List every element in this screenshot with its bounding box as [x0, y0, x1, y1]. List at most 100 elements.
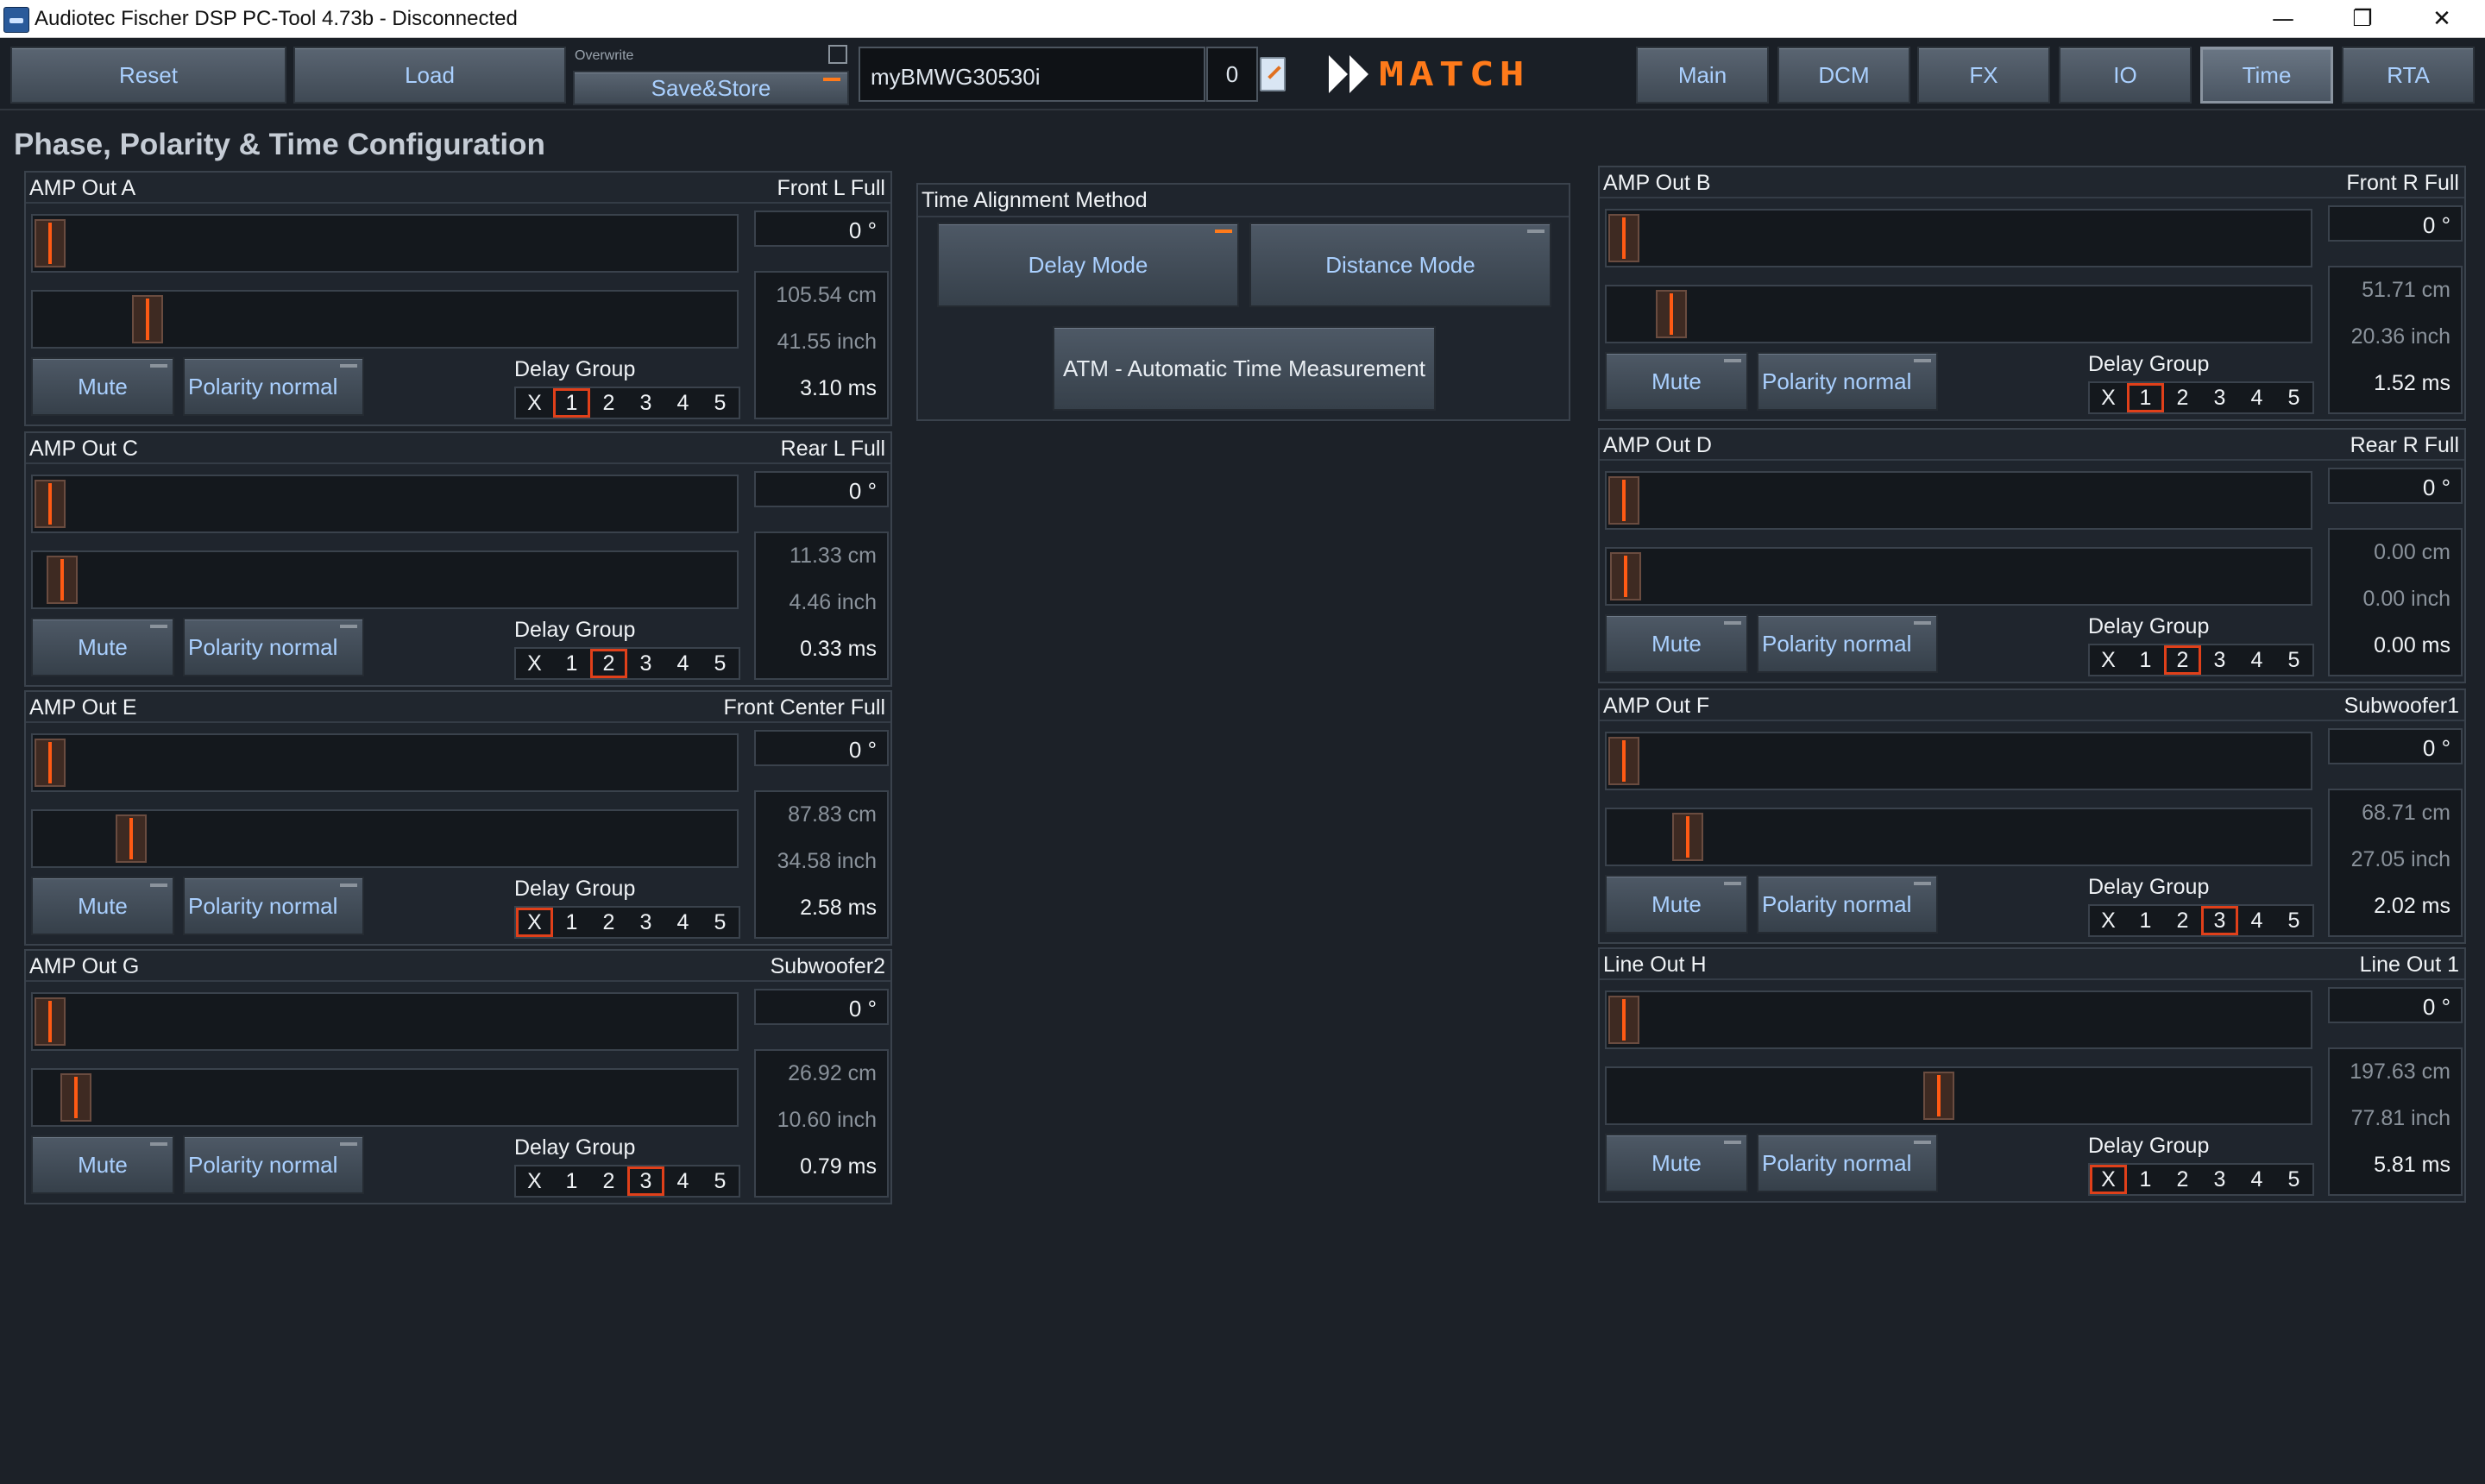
- delay-group-option[interactable]: 4: [2238, 383, 2275, 412]
- phase-value[interactable]: 0 °: [2328, 205, 2463, 242]
- delay-group-option[interactable]: 2: [590, 1166, 627, 1196]
- delay-group-option[interactable]: X: [516, 649, 553, 678]
- delay-group-option[interactable]: 1: [553, 1166, 590, 1196]
- phase-slider[interactable]: [31, 733, 739, 792]
- delay-slider[interactable]: [1605, 547, 2312, 606]
- maximize-icon[interactable]: ❐: [2323, 0, 2402, 38]
- preset-name-field[interactable]: myBMWG30530i: [859, 47, 1205, 102]
- phase-value[interactable]: 0 °: [2328, 987, 2463, 1023]
- reset-button[interactable]: Reset: [10, 47, 286, 104]
- delay-group-option[interactable]: X: [2090, 1165, 2127, 1194]
- delay-ms-value[interactable]: 0.33 ms: [800, 637, 877, 662]
- mute-button[interactable]: Mute: [1605, 1134, 1748, 1192]
- polarity-button[interactable]: Polarity normal: [183, 618, 364, 676]
- phase-slider[interactable]: [1605, 732, 2312, 790]
- polarity-button[interactable]: Polarity normal: [1757, 352, 1938, 411]
- delay-slider[interactable]: [1605, 1066, 2312, 1125]
- tab-rta[interactable]: RTA: [2342, 47, 2475, 104]
- delay-group-option[interactable]: 4: [2238, 1165, 2275, 1194]
- phase-slider[interactable]: [1605, 471, 2312, 530]
- delay-group-option[interactable]: 4: [664, 1166, 701, 1196]
- phase-slider-handle[interactable]: [1608, 476, 1639, 525]
- tab-main[interactable]: Main: [1636, 47, 1769, 104]
- delay-ms-value[interactable]: 2.02 ms: [2374, 894, 2450, 919]
- delay-ms-value[interactable]: 2.58 ms: [800, 896, 877, 921]
- delay-group-option[interactable]: 5: [701, 388, 739, 418]
- delay-group-option[interactable]: 3: [2201, 906, 2238, 935]
- delay-slider-handle[interactable]: [47, 556, 78, 604]
- delay-group-option[interactable]: 3: [2201, 1165, 2238, 1194]
- delay-group-option[interactable]: 5: [2275, 906, 2312, 935]
- delay-group-option[interactable]: 2: [590, 908, 627, 937]
- delay-group-option[interactable]: 2: [590, 388, 627, 418]
- mute-button[interactable]: Mute: [31, 877, 174, 935]
- delay-slider-handle[interactable]: [116, 814, 147, 863]
- polarity-button[interactable]: Polarity normal: [1757, 614, 1938, 673]
- minimize-icon[interactable]: —: [2243, 0, 2323, 38]
- delay-slider[interactable]: [1605, 285, 2312, 343]
- phase-slider-handle[interactable]: [35, 219, 66, 267]
- delay-group-option[interactable]: 2: [2164, 1165, 2201, 1194]
- delay-group-option[interactable]: 1: [553, 649, 590, 678]
- delay-ms-value[interactable]: 5.81 ms: [2374, 1153, 2450, 1178]
- delay-slider-handle[interactable]: [132, 295, 163, 343]
- mute-button[interactable]: Mute: [1605, 875, 1748, 934]
- phase-slider[interactable]: [31, 475, 739, 533]
- phase-slider-handle[interactable]: [1608, 996, 1639, 1044]
- tab-time[interactable]: Time: [2200, 47, 2333, 104]
- delay-group-option[interactable]: 3: [627, 649, 664, 678]
- delay-group-option[interactable]: X: [516, 1166, 553, 1196]
- phase-slider[interactable]: [1605, 990, 2312, 1049]
- delay-group-option[interactable]: 1: [553, 388, 590, 418]
- delay-group-option[interactable]: 4: [2238, 906, 2275, 935]
- polarity-button[interactable]: Polarity normal: [183, 877, 364, 935]
- delay-group-option[interactable]: 3: [627, 388, 664, 418]
- delay-group-option[interactable]: 4: [664, 908, 701, 937]
- phase-slider-handle[interactable]: [35, 739, 66, 787]
- polarity-button[interactable]: Polarity normal: [1757, 875, 1938, 934]
- delay-slider-handle[interactable]: [60, 1073, 91, 1122]
- delay-slider[interactable]: [1605, 808, 2312, 866]
- phase-slider-handle[interactable]: [35, 480, 66, 528]
- delay-slider[interactable]: [31, 290, 739, 349]
- delay-group-option[interactable]: 2: [2164, 383, 2201, 412]
- phase-slider-handle[interactable]: [1608, 737, 1639, 785]
- delay-ms-value[interactable]: 1.52 ms: [2374, 371, 2450, 396]
- delay-group-option[interactable]: X: [2090, 383, 2127, 412]
- preset-number-field[interactable]: 0: [1206, 47, 1258, 102]
- phase-slider[interactable]: [31, 214, 739, 273]
- phase-value[interactable]: 0 °: [2328, 468, 2463, 504]
- delay-group-option[interactable]: 2: [590, 649, 627, 678]
- delay-ms-value[interactable]: 0.79 ms: [800, 1154, 877, 1179]
- delay-slider[interactable]: [31, 1068, 739, 1127]
- phase-slider-handle[interactable]: [1608, 214, 1639, 262]
- close-icon[interactable]: ✕: [2402, 0, 2482, 38]
- delay-group-option[interactable]: 1: [553, 908, 590, 937]
- phase-value[interactable]: 0 °: [754, 730, 889, 766]
- mute-button[interactable]: Mute: [1605, 614, 1748, 673]
- delay-group-option[interactable]: 5: [701, 908, 739, 937]
- load-button[interactable]: Load: [293, 47, 566, 104]
- delay-group-option[interactable]: 5: [701, 649, 739, 678]
- mute-button[interactable]: Mute: [31, 357, 174, 416]
- delay-group-option[interactable]: 5: [701, 1166, 739, 1196]
- atm-button[interactable]: ATM - Automatic Time Measurement: [1053, 326, 1436, 411]
- delay-group-option[interactable]: X: [2090, 645, 2127, 675]
- delay-group-option[interactable]: 4: [664, 388, 701, 418]
- phase-value[interactable]: 0 °: [754, 471, 889, 507]
- delay-slider-handle[interactable]: [1923, 1072, 1954, 1120]
- phase-value[interactable]: 0 °: [2328, 728, 2463, 764]
- delay-slider[interactable]: [31, 809, 739, 868]
- distance-mode-button[interactable]: Distance Mode: [1249, 223, 1551, 307]
- save-store-button[interactable]: Save&Store: [573, 71, 849, 105]
- delay-group-option[interactable]: 5: [2275, 645, 2312, 675]
- delay-ms-value[interactable]: 0.00 ms: [2374, 633, 2450, 658]
- delay-mode-button[interactable]: Delay Mode: [937, 223, 1239, 307]
- phase-value[interactable]: 0 °: [754, 989, 889, 1025]
- delay-group-option[interactable]: 2: [2164, 645, 2201, 675]
- phase-slider[interactable]: [31, 992, 739, 1051]
- mute-button[interactable]: Mute: [1605, 352, 1748, 411]
- delay-slider[interactable]: [31, 550, 739, 609]
- delay-group-option[interactable]: 1: [2127, 645, 2164, 675]
- polarity-button[interactable]: Polarity normal: [1757, 1134, 1938, 1192]
